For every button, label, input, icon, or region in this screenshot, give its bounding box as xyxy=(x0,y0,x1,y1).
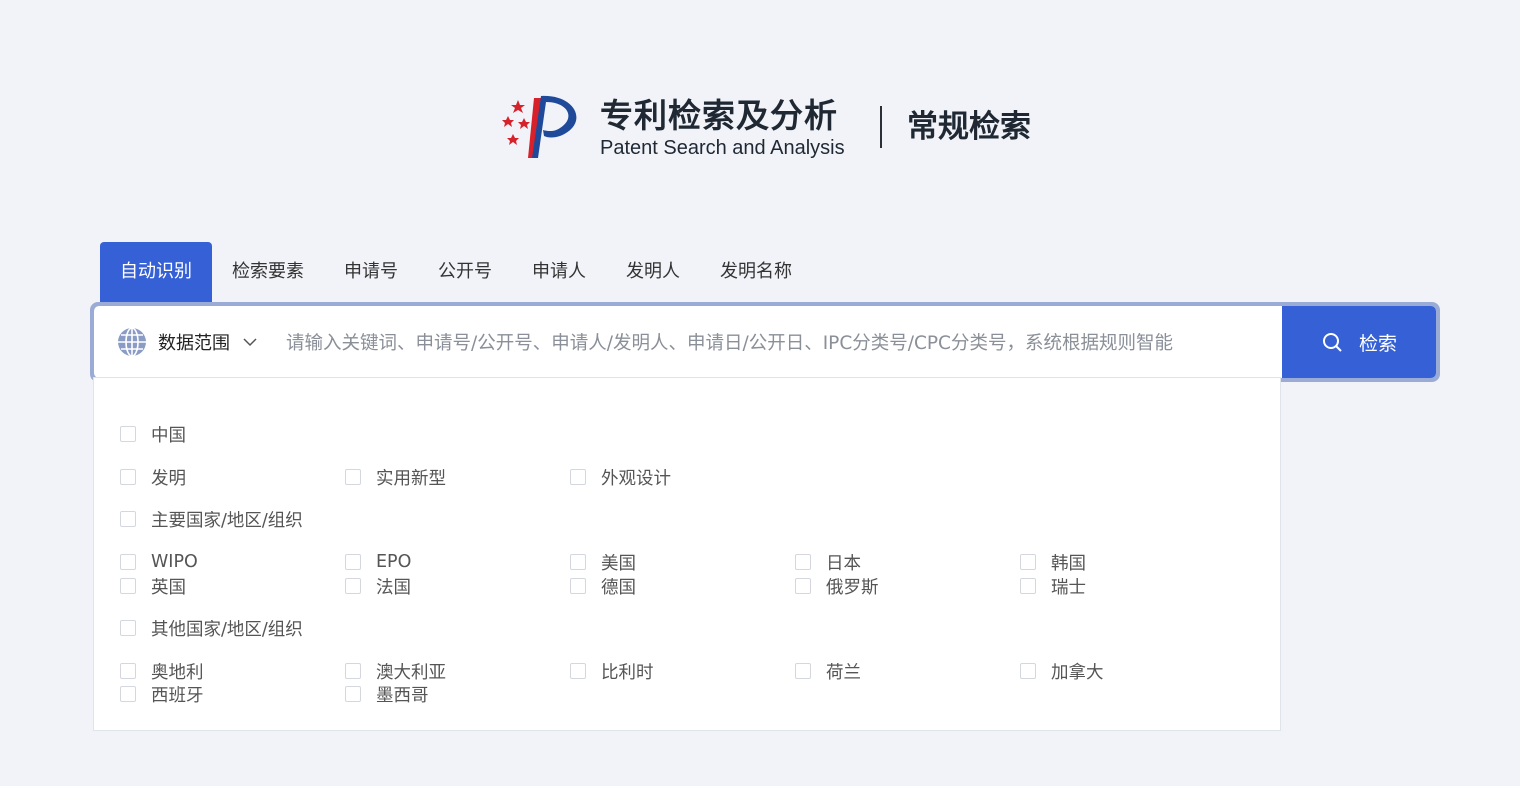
checkbox-label: 瑞士 xyxy=(1051,577,1086,598)
checkbox-germany[interactable]: 德国 xyxy=(570,574,636,598)
search-button[interactable]: 检索 xyxy=(1282,306,1436,378)
checkbox[interactable] xyxy=(120,426,136,442)
checkbox-label: 发明 xyxy=(151,468,186,489)
checkbox-netherlands[interactable]: 荷兰 xyxy=(795,659,861,683)
page-title: 常规检索 xyxy=(907,109,1031,145)
checkbox-france[interactable]: 法国 xyxy=(345,574,411,598)
chevron-down-icon xyxy=(243,338,257,347)
checkbox-label: 外观设计 xyxy=(601,468,671,489)
checkbox[interactable] xyxy=(345,686,361,702)
checkbox-korea[interactable]: 韩国 xyxy=(1020,550,1086,574)
checkbox[interactable] xyxy=(345,469,361,485)
checkbox-japan[interactable]: 日本 xyxy=(795,550,861,574)
checkbox[interactable] xyxy=(1020,578,1036,594)
site-logo: 专利检索及分析 Patent Search and Analysis 常规检索 xyxy=(498,92,1058,164)
data-scope-selector[interactable]: 数据范围 xyxy=(116,324,258,360)
tab-publication-number[interactable]: 公开号 xyxy=(418,242,512,302)
logo-divider xyxy=(880,106,882,148)
checkbox[interactable] xyxy=(345,578,361,594)
checkbox-design[interactable]: 外观设计 xyxy=(570,465,671,489)
checkbox-austria[interactable]: 奥地利 xyxy=(120,659,204,683)
checkbox-wipo[interactable]: WIPO xyxy=(120,550,198,574)
search-input[interactable] xyxy=(284,320,1278,366)
checkbox[interactable] xyxy=(1020,663,1036,679)
logo-title-cn: 专利检索及分析 xyxy=(600,96,838,135)
patent-logo-icon xyxy=(502,95,577,158)
checkbox-canada[interactable]: 加拿大 xyxy=(1020,659,1104,683)
checkbox-label: 美国 xyxy=(601,553,636,574)
checkbox-label: 西班牙 xyxy=(151,685,204,706)
checkbox-label: EPO xyxy=(376,552,412,572)
checkbox-major-countries[interactable]: 主要国家/地区/组织 xyxy=(120,507,303,531)
checkbox-uk[interactable]: 英国 xyxy=(120,574,186,598)
checkbox-label: 墨西哥 xyxy=(376,685,429,706)
checkbox[interactable] xyxy=(120,511,136,527)
search-icon xyxy=(1322,333,1342,352)
checkbox-label: 韩国 xyxy=(1051,553,1086,574)
checkbox-invention[interactable]: 发明 xyxy=(120,465,186,489)
checkbox-epo[interactable]: EPO xyxy=(345,550,411,574)
checkbox[interactable] xyxy=(120,620,136,636)
tab-auto-detect[interactable]: 自动识别 xyxy=(100,242,212,302)
checkbox-other-countries[interactable]: 其他国家/地区/组织 xyxy=(120,616,303,640)
checkbox[interactable] xyxy=(795,578,811,594)
search-bar: 数据范围 检索 xyxy=(90,302,1440,382)
checkbox-label: WIPO xyxy=(151,552,198,572)
checkbox[interactable] xyxy=(120,578,136,594)
checkbox[interactable] xyxy=(570,469,586,485)
checkbox-belgium[interactable]: 比利时 xyxy=(570,659,654,683)
checkbox-china[interactable]: 中国 xyxy=(120,422,186,446)
globe-icon xyxy=(118,327,146,357)
checkbox[interactable] xyxy=(345,663,361,679)
checkbox-label: 法国 xyxy=(376,577,411,598)
checkbox[interactable] xyxy=(795,663,811,679)
checkbox[interactable] xyxy=(120,686,136,702)
tab-applicant[interactable]: 申请人 xyxy=(512,242,606,302)
checkbox-usa[interactable]: 美国 xyxy=(570,550,636,574)
checkbox[interactable] xyxy=(345,554,361,570)
data-scope-dropdown: 中国 发明 实用新型 外观设计 主要国家/地区/组织 WIPO EPO 美国 日… xyxy=(93,377,1281,731)
checkbox[interactable] xyxy=(120,663,136,679)
checkbox-utility-model[interactable]: 实用新型 xyxy=(345,465,446,489)
checkbox-switzerland[interactable]: 瑞士 xyxy=(1020,574,1086,598)
checkbox[interactable] xyxy=(570,663,586,679)
tab-invention-title[interactable]: 发明名称 xyxy=(700,242,812,302)
search-button-label: 检索 xyxy=(1358,332,1397,355)
search-bar-inner: 数据范围 检索 xyxy=(94,306,1436,378)
tab-search-elements[interactable]: 检索要素 xyxy=(212,242,324,302)
checkbox-label: 其他国家/地区/组织 xyxy=(151,619,303,640)
checkbox-label: 比利时 xyxy=(601,662,654,683)
checkbox-label: 俄罗斯 xyxy=(826,577,879,598)
checkbox-label: 奥地利 xyxy=(151,662,204,683)
checkbox-russia[interactable]: 俄罗斯 xyxy=(795,574,879,598)
checkbox-label: 日本 xyxy=(826,553,861,574)
checkbox-label: 实用新型 xyxy=(376,468,446,489)
checkbox-mexico[interactable]: 墨西哥 xyxy=(345,682,429,706)
checkbox[interactable] xyxy=(570,554,586,570)
data-scope-label: 数据范围 xyxy=(158,333,230,354)
checkbox-label: 荷兰 xyxy=(826,662,861,683)
tab-application-number[interactable]: 申请号 xyxy=(324,242,418,302)
checkbox[interactable] xyxy=(570,578,586,594)
tab-inventor[interactable]: 发明人 xyxy=(606,242,700,302)
checkbox-spain[interactable]: 西班牙 xyxy=(120,682,204,706)
checkbox-label: 主要国家/地区/组织 xyxy=(151,510,303,531)
checkbox[interactable] xyxy=(120,554,136,570)
checkbox-label: 德国 xyxy=(601,577,636,598)
checkbox-label: 中国 xyxy=(151,425,186,446)
checkbox[interactable] xyxy=(1020,554,1036,570)
checkbox[interactable] xyxy=(120,469,136,485)
search-type-tabs: 自动识别 检索要素 申请号 公开号 申请人 发明人 发明名称 xyxy=(100,242,812,302)
logo-title-en: Patent Search and Analysis xyxy=(600,137,845,159)
checkbox-label: 英国 xyxy=(151,577,186,598)
checkbox-label: 澳大利亚 xyxy=(376,662,446,683)
checkbox-australia[interactable]: 澳大利亚 xyxy=(345,659,446,683)
checkbox-label: 加拿大 xyxy=(1051,662,1104,683)
checkbox[interactable] xyxy=(795,554,811,570)
